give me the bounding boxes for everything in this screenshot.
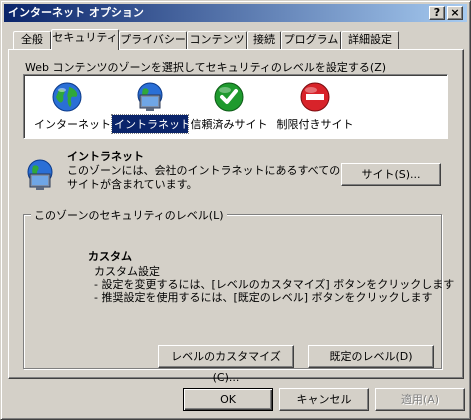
intranet-info-icon (23, 159, 57, 193)
internet-options-dialog: インターネット オプション ? × 全般 セキュリティ プライバシー コンテンツ… (0, 0, 471, 420)
zone-intranet-label: イントラネット (111, 114, 191, 134)
tab-security[interactable]: セキュリティ (51, 29, 119, 50)
zone-prompt: Web コンテンツのゾーンを選択してセキュリティのレベルを設定する(Z) (25, 61, 387, 74)
cancel-button[interactable]: キャンセル (279, 388, 369, 411)
ok-button[interactable]: OK (183, 388, 273, 411)
red-forbidden-icon (299, 81, 331, 113)
zone-intranet[interactable]: イントラネット (111, 81, 191, 134)
level-heading: カスタム (88, 250, 132, 263)
title-bar[interactable]: インターネット オプション ? × (4, 4, 467, 22)
help-button[interactable]: ? (429, 6, 445, 20)
zone-trusted-label: 信頼済みサイト (190, 118, 268, 131)
zone-restricted-label: 制限付きサイト (276, 118, 354, 131)
zone-trusted[interactable]: 信頼済みサイト (184, 81, 274, 133)
network-computer-icon (134, 81, 166, 113)
zone-list[interactable]: インターネット イントラネット 信頼済みサイト 制限付きサイト (23, 74, 448, 139)
zone-restricted[interactable]: 制限付きサイト (270, 81, 360, 133)
close-button[interactable]: × (447, 6, 463, 20)
security-level-group-title: このゾーンのセキュリティのレベル(L) (31, 207, 227, 223)
window-title: インターネット オプション (8, 6, 144, 19)
zone-internet[interactable]: インターネット (32, 81, 111, 133)
tab-connections[interactable]: 接続 (247, 31, 281, 49)
apply-button[interactable]: 適用(A) (375, 388, 465, 411)
tab-content[interactable]: コンテンツ (187, 31, 247, 49)
tab-advanced[interactable]: 詳細設定 (341, 31, 399, 49)
default-level-button[interactable]: 既定のレベル(D) (308, 345, 434, 368)
tab-general[interactable]: 全般 (13, 31, 51, 49)
green-check-icon (213, 81, 245, 113)
zone-internet-label: インターネット (34, 118, 111, 131)
sites-button[interactable]: サイト(S)... (341, 163, 441, 186)
tab-privacy[interactable]: プライバシー (119, 31, 187, 49)
tab-programs[interactable]: プログラム (281, 31, 341, 49)
level-line-3: - 推奨設定を使用するには、[既定のレベル] ボタンをクリックします (94, 291, 433, 304)
customize-level-button[interactable]: レベルのカスタマイズ(C)... (158, 345, 294, 384)
selected-zone-description-line2: サイトが含まれています。 (67, 178, 198, 191)
globe-icon (51, 81, 83, 113)
